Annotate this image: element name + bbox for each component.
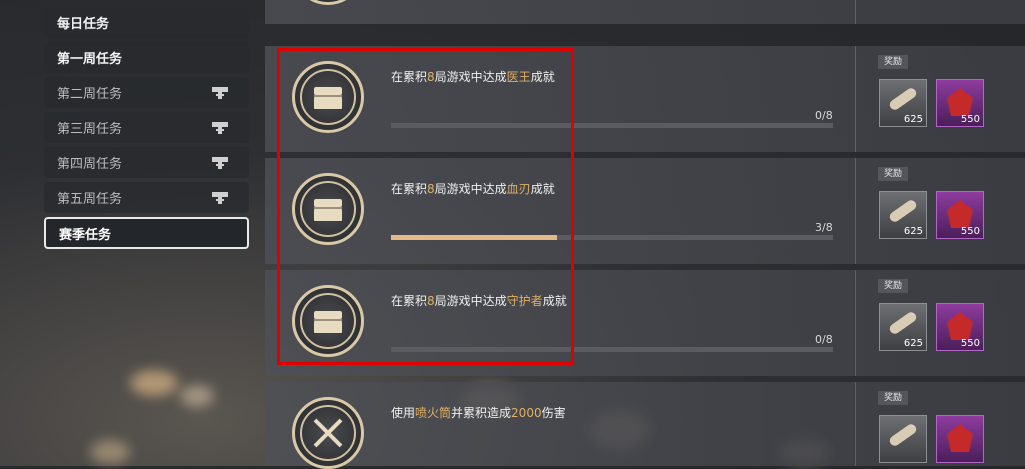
reward-scroll-count: 625	[903, 226, 923, 237]
task-text-highlight: 2000	[511, 406, 542, 420]
reward-gem-slot[interactable]: 550	[936, 79, 984, 127]
bokeh-light	[130, 370, 178, 396]
sidebar-item-label: 第四周任务	[57, 157, 123, 172]
crossed-swords-icon	[313, 418, 343, 448]
reward-label: 奖励	[878, 279, 908, 293]
bokeh-light	[90, 440, 130, 464]
sidebar-item-label: 第三周任务	[57, 122, 123, 137]
lock-icon	[212, 191, 228, 204]
task-card: 使用喷火筒并累积造成2000伤害 奖励	[265, 382, 1025, 469]
scroll-icon	[889, 424, 917, 446]
sidebar-item-week4[interactable]: 第四周任务	[44, 147, 249, 178]
divider	[855, 382, 856, 466]
sidebar-item-label: 第一周任务	[57, 52, 123, 67]
task-badge	[292, 0, 364, 5]
gem-icon	[947, 424, 973, 452]
reward-gem-count: 550	[960, 338, 980, 349]
reward-scroll-slot[interactable]: 625	[879, 191, 927, 239]
divider	[855, 158, 856, 264]
sidebar-item-label: 赛季任务	[59, 227, 112, 243]
reward-gem-slot[interactable]: 550	[936, 303, 984, 351]
lock-icon	[212, 156, 228, 169]
reward-scroll-slot[interactable]: 625	[879, 79, 927, 127]
reward-gem-slot[interactable]	[936, 415, 984, 463]
reward-scroll-count: 625	[903, 338, 923, 349]
sidebar-item-daily[interactable]: 每日任务	[44, 7, 249, 38]
divider	[855, 46, 856, 152]
task-text-highlight: 喷火筒	[415, 406, 452, 420]
progress-count: 0/8	[815, 333, 833, 346]
reward-gem-slot[interactable]: 550	[936, 191, 984, 239]
sidebar-item-label: 每日任务	[57, 17, 110, 32]
sidebar-item-week3[interactable]: 第三周任务	[44, 112, 249, 143]
sidebar-item-week1[interactable]: 第一周任务	[44, 42, 249, 73]
reward-label: 奖励	[878, 55, 908, 69]
reward-scroll-slot[interactable]: 625	[879, 303, 927, 351]
reward-gem-count: 550	[960, 114, 980, 125]
reward-scroll-count: 625	[903, 114, 923, 125]
lock-icon	[212, 86, 228, 99]
task-text-post: 伤害	[541, 406, 566, 420]
lock-icon	[212, 121, 228, 134]
progress-count: 0/8	[815, 109, 833, 122]
sidebar-item-season[interactable]: 赛季任务	[44, 217, 249, 249]
sidebar-item-week5[interactable]: 第五周任务	[44, 182, 249, 213]
task-badge	[292, 397, 364, 469]
bokeh-light	[180, 385, 214, 407]
sidebar-item-week2[interactable]: 第二周任务	[44, 77, 249, 108]
reward-label: 奖励	[878, 167, 908, 181]
reward-label: 奖励	[878, 391, 908, 405]
progress-count: 3/8	[815, 221, 833, 234]
highlight-frame	[277, 48, 574, 365]
divider	[855, 270, 856, 376]
sidebar-item-label: 第二周任务	[57, 87, 123, 102]
task-text-mid: 并累积造成	[451, 406, 512, 420]
reward-gem-count: 550	[960, 226, 980, 237]
task-card: 625 550	[265, 0, 1025, 24]
sidebar-item-label: 第五周任务	[57, 192, 123, 207]
task-description: 使用喷火筒并累积造成2000伤害	[391, 404, 566, 421]
divider	[855, 0, 856, 24]
task-text-pre: 使用	[391, 406, 416, 420]
reward-scroll-slot[interactable]	[879, 415, 927, 463]
